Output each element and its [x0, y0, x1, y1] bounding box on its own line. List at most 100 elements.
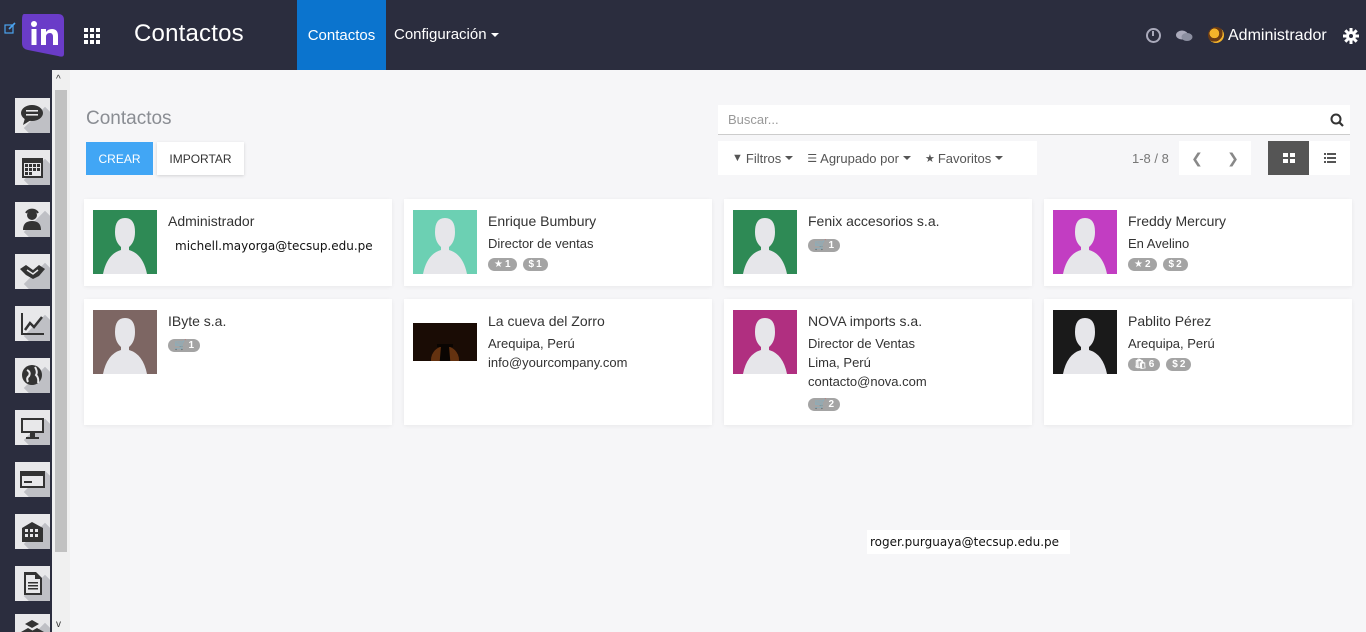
activity-badge[interactable]: 🛒 2 [808, 398, 841, 411]
user-avatar[interactable] [1208, 27, 1224, 43]
contacts-icon[interactable] [15, 202, 50, 237]
caret-down-icon [785, 156, 794, 160]
sidebar-scrollbar[interactable]: ^ v [52, 70, 70, 632]
activity-badge[interactable]: $2 [1166, 358, 1192, 371]
badge-count: 6 [1148, 359, 1155, 370]
overlay-email-1: michell.mayorga@tecsup.edu.pe [172, 234, 373, 258]
badge-count: 1 [188, 340, 195, 351]
contact-badges: 🛍 6 $2 [1128, 358, 1192, 371]
badge-icon: ★ [494, 259, 503, 270]
website-globe-icon[interactable] [15, 358, 50, 393]
activity-badge[interactable]: ★ 2 [1128, 258, 1157, 271]
app-logo-icon[interactable] [18, 10, 66, 60]
contact-info-line: Arequipa, Perú [1128, 336, 1215, 351]
contact-name: Fenix accesorios s.a. [808, 213, 940, 229]
edit-icon[interactable] [4, 22, 16, 34]
menu-contacts[interactable]: Contactos [297, 0, 386, 70]
contact-avatar [93, 210, 157, 274]
left-sidebar [0, 70, 52, 632]
caret-down-icon [902, 156, 911, 160]
contact-card[interactable]: La cueva del Zorro Arequipa, Perú info@you… [404, 299, 712, 425]
scroll-up-icon[interactable]: ^ [56, 74, 61, 85]
contact-avatar [733, 310, 797, 374]
chevron-left-icon[interactable]: ❮ [1179, 141, 1215, 175]
caret-down-icon [490, 33, 499, 38]
boxes-icon[interactable] [15, 614, 50, 632]
pos-monitor-icon[interactable] [15, 410, 50, 445]
activity-badge[interactable]: 🛒 1 [168, 339, 201, 352]
inventory-building-icon[interactable] [15, 514, 50, 549]
search-icon[interactable] [1330, 113, 1344, 127]
badge-count: 2 [828, 399, 835, 410]
invoicing-card-icon[interactable] [15, 462, 50, 497]
sales-chart-icon[interactable] [15, 306, 50, 341]
badge-count: 2 [1176, 259, 1182, 270]
filter-icon: ▼ [732, 152, 743, 164]
filters-dropdown[interactable]: ▼ Filtros [732, 150, 794, 166]
contact-name: NOVA imports s.a. [808, 313, 923, 329]
crm-handshake-icon[interactable] [15, 254, 50, 289]
contact-info-line: Director de Ventas [808, 336, 915, 351]
contact-info-line: info@yourcompany.com [488, 355, 628, 370]
contact-avatar [413, 323, 477, 361]
clock-icon[interactable] [1146, 28, 1161, 43]
activity-badge[interactable]: $1 [522, 258, 548, 271]
contact-name: Freddy Mercury [1128, 213, 1227, 229]
badge-icon: $ [1168, 259, 1175, 270]
activity-badge[interactable]: $2 [1162, 258, 1188, 271]
search-options-bar: ▼ Filtros ☰ Agrupado por ★ Favoritos [718, 141, 1037, 175]
bars-icon: ☰ [807, 152, 818, 165]
group-by-dropdown[interactable]: ☰ Agrupado por [807, 151, 911, 166]
user-name[interactable]: Administrador [1228, 27, 1327, 45]
activity-badge[interactable]: ★ 1 [488, 258, 517, 271]
contact-card[interactable]: Pablito Pérez Arequipa, Perú 🛍 6 $2 [1044, 299, 1352, 425]
list-icon [1323, 153, 1336, 163]
contact-card[interactable]: Enrique Bumbury Director de ventas ★ 1 $1 [404, 199, 712, 286]
calendar-icon[interactable] [15, 150, 50, 185]
scroll-down-icon[interactable]: v [56, 619, 61, 630]
overlay-email-2: roger.purguaya@tecsup.edu.pe [867, 530, 1070, 554]
badge-icon: 🛒 [814, 240, 827, 251]
kanban-view-button[interactable] [1268, 141, 1309, 175]
menu-configuration[interactable]: Configuración [394, 26, 499, 43]
badge-count: 1 [536, 259, 542, 270]
breadcrumb: Contactos [86, 108, 172, 129]
pager-value[interactable]: 1-8 / 8 [1132, 151, 1169, 166]
contact-avatar [93, 310, 157, 374]
activity-badge[interactable]: 🛍 6 [1128, 358, 1161, 371]
badge-count: 1 [504, 259, 511, 270]
group-by-label: Agrupado por [820, 150, 899, 166]
kanban-grid-icon [1282, 153, 1295, 163]
pager-nav: ❮ ❯ [1179, 141, 1251, 175]
contact-card[interactable]: NOVA imports s.a. Director de Ventas Lima,… [724, 299, 1032, 425]
favorites-label: Favoritos [937, 150, 992, 166]
filters-label: Filtros [745, 150, 782, 166]
chevron-right-icon[interactable]: ❯ [1215, 141, 1251, 175]
gear-icon[interactable] [1343, 28, 1359, 44]
document-icon[interactable] [15, 566, 50, 601]
contact-card[interactable]: Freddy Mercury En Avelino ★ 2 $2 [1044, 199, 1352, 286]
contact-info-line: Arequipa, Perú [488, 336, 575, 351]
badge-icon: 🛍 [1134, 359, 1147, 370]
discuss-icon[interactable] [15, 98, 50, 133]
list-view-button[interactable] [1309, 141, 1350, 175]
search-input[interactable] [728, 112, 1308, 127]
activity-badge[interactable]: 🛒 1 [808, 239, 841, 252]
contact-card[interactable]: IByte s.a. 🛒 1 [84, 299, 392, 425]
import-button[interactable]: IMPORTAR [157, 142, 244, 175]
chat-icon[interactable] [1175, 29, 1193, 43]
contact-badges: 🛒 1 [168, 339, 201, 352]
favorites-dropdown[interactable]: ★ Favoritos [925, 150, 1004, 166]
contact-name: La cueva del Zorro [488, 313, 605, 329]
contact-info-line: Lima, Perú [808, 355, 871, 370]
contact-card[interactable]: Fenix accesorios s.a. 🛒 1 [724, 199, 1032, 286]
contact-name: Enrique Bumbury [488, 213, 597, 229]
contact-avatar [1053, 310, 1117, 374]
contact-info-line: En Avelino [1128, 236, 1190, 251]
apps-menu-icon[interactable] [84, 28, 102, 44]
scroll-thumb[interactable] [55, 90, 67, 552]
create-button[interactable]: CREAR [86, 142, 153, 175]
search-bar [718, 105, 1350, 135]
contact-name: Administrador [168, 213, 255, 229]
contact-name: Pablito Pérez [1128, 313, 1212, 329]
